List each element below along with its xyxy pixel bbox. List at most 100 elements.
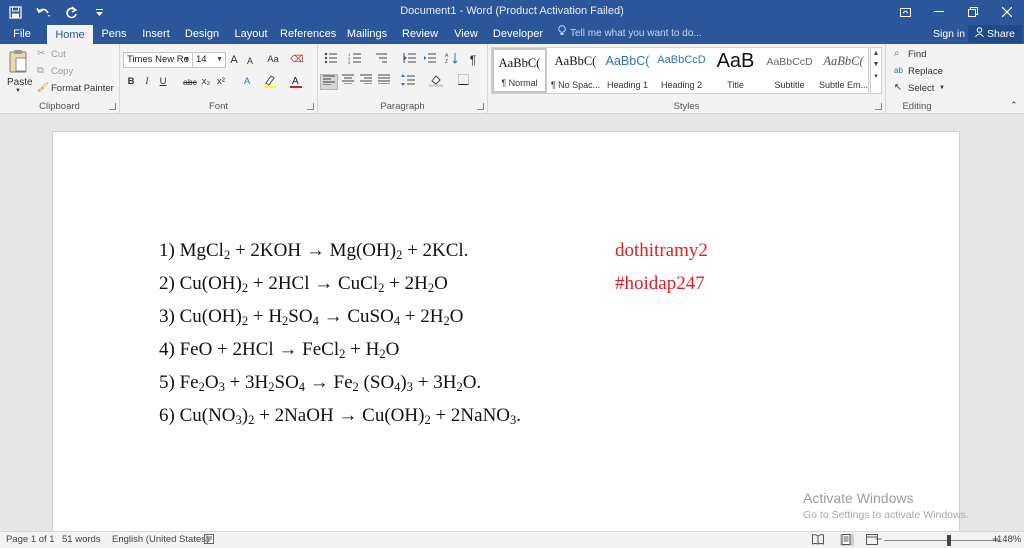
line-spacing-icon[interactable]: [398, 74, 418, 90]
tell-me-box[interactable]: Tell me what you want to do...: [558, 24, 702, 44]
sign-in-link[interactable]: Sign in: [933, 24, 965, 44]
style-normal[interactable]: AaBbC( ¶ Normal: [492, 48, 547, 93]
chevron-down-icon[interactable]: ▼: [871, 61, 881, 68]
style-preview: AaBbC(: [554, 54, 597, 68]
zoom-slider-thumb[interactable]: [946, 535, 951, 546]
cursor-icon: ↖: [894, 82, 902, 93]
multilevel-list-icon[interactable]: [372, 52, 390, 68]
ribbon-display-options-icon[interactable]: [888, 0, 922, 24]
equation-line-3: 3) Cu(OH)2 + H2SO4 → CuSO4 + 2H2O: [159, 306, 464, 328]
font-size-select[interactable]: 14 ▼: [192, 52, 226, 68]
tab-references[interactable]: References: [280, 24, 336, 44]
find-button[interactable]: ⌕ Find: [894, 48, 944, 62]
tab-home[interactable]: Home: [47, 25, 93, 44]
justify-icon[interactable]: [376, 74, 392, 90]
clear-formatting-icon[interactable]: ⌫: [290, 52, 304, 68]
style-preview: AaB: [716, 50, 755, 72]
tab-pens[interactable]: Pens: [100, 24, 128, 44]
underline-button[interactable]: U: [157, 74, 169, 90]
numbering-icon[interactable]: 123: [346, 52, 364, 68]
font-launcher-icon[interactable]: [307, 103, 314, 110]
style-name: Title: [727, 80, 744, 90]
print-layout-icon[interactable]: [840, 534, 854, 546]
activate-windows-title: Activate Windows: [803, 490, 914, 506]
sort-icon[interactable]: AZ: [444, 52, 460, 68]
more-styles-icon[interactable]: ▾: [871, 72, 881, 80]
change-case-button[interactable]: Aa: [264, 52, 282, 68]
paragraph-group: 123 AZ ¶ Paragraph: [318, 44, 488, 114]
align-center-icon[interactable]: [340, 74, 356, 90]
svg-text:Z: Z: [445, 59, 448, 64]
tab-view[interactable]: View: [451, 24, 481, 44]
show-formatting-marks-icon[interactable]: ¶: [466, 52, 480, 68]
document-page[interactable]: 1) MgCl2 + 2KOH → Mg(OH)2 + 2KCl. 2) Cu(…: [52, 131, 960, 531]
page-count[interactable]: Page 1 of 1: [6, 534, 55, 545]
bold-button[interactable]: B: [125, 74, 137, 90]
style-preview: AaBbC(: [823, 54, 864, 68]
equation-line-2: 2) Cu(OH)2 + 2HCl → CuCl2 + 2H2O: [159, 273, 448, 295]
paste-button[interactable]: Paste ▼: [4, 47, 33, 95]
shrink-font-button[interactable]: A: [244, 53, 256, 69]
font-name-select[interactable]: Times New Ro ▼: [123, 52, 193, 68]
align-left-icon[interactable]: [320, 74, 338, 90]
clipboard-icon: [8, 49, 28, 76]
person-icon: [975, 25, 984, 43]
select-button[interactable]: ↖ Select ▼: [894, 82, 948, 96]
style-title[interactable]: AaB Title: [708, 48, 763, 93]
text-effects-icon[interactable]: A: [238, 74, 256, 90]
increase-indent-icon[interactable]: [422, 52, 438, 68]
restore-icon[interactable]: [956, 0, 990, 24]
equation-line-1: 1) MgCl2 + 2KOH → Mg(OH)2 + 2KCl.: [159, 240, 469, 262]
share-button[interactable]: Share: [968, 25, 1022, 43]
strikethrough-button[interactable]: abc: [182, 74, 198, 90]
copy-icon: ⧉: [37, 65, 44, 76]
style-name: ¶ Normal: [501, 78, 538, 88]
borders-icon[interactable]: [454, 74, 472, 90]
chevron-up-icon[interactable]: ▲: [871, 50, 881, 57]
language[interactable]: English (United States): [112, 534, 209, 545]
style-subtle-emphasis[interactable]: AaBbC( Subtle Em...: [816, 48, 871, 93]
author-name: dothitramy2: [615, 240, 708, 261]
zoom-level[interactable]: 148%: [997, 534, 1021, 545]
subscript-button[interactable]: x₂: [200, 74, 212, 90]
minimize-icon[interactable]: [922, 0, 956, 24]
tab-developer[interactable]: Developer: [492, 24, 544, 44]
shading-icon[interactable]: [426, 74, 446, 90]
tell-me-text: Tell me what you want to do...: [570, 28, 702, 39]
collapse-ribbon-icon[interactable]: ⌃: [1010, 100, 1018, 111]
tab-mailings[interactable]: Mailings: [345, 24, 389, 44]
word-count[interactable]: 51 words: [62, 534, 101, 545]
tab-insert[interactable]: Insert: [139, 24, 173, 44]
macro-record-icon[interactable]: [204, 534, 214, 547]
window-controls: [888, 0, 1024, 24]
grow-font-button[interactable]: A: [228, 52, 240, 68]
style-heading-1[interactable]: AaBbC( Heading 1: [600, 48, 655, 93]
paragraph-launcher-icon[interactable]: [477, 103, 484, 110]
tab-design[interactable]: Design: [183, 24, 221, 44]
style-preview: AaBbCcD: [766, 56, 813, 68]
italic-button[interactable]: I: [141, 74, 153, 90]
tab-review[interactable]: Review: [401, 24, 439, 44]
clipboard-launcher-icon[interactable]: [109, 103, 116, 110]
decrease-indent-icon[interactable]: [402, 52, 418, 68]
highlight-color-icon[interactable]: [261, 74, 279, 90]
superscript-button[interactable]: x²: [215, 74, 227, 90]
paragraph-group-label: Paragraph: [380, 101, 425, 112]
tab-layout[interactable]: Layout: [231, 24, 271, 44]
styles-launcher-icon[interactable]: [875, 103, 882, 110]
zoom-slider[interactable]: [884, 540, 1000, 541]
font-size-value: 14: [196, 54, 207, 65]
close-icon[interactable]: [990, 0, 1024, 24]
svg-text:A: A: [292, 76, 299, 87]
style-subtitle[interactable]: AaBbCcD Subtitle: [762, 48, 817, 93]
replace-button[interactable]: ab Replace: [894, 65, 948, 79]
style-heading-2[interactable]: AaBbCcD Heading 2: [654, 48, 709, 93]
read-mode-icon[interactable]: [812, 534, 826, 546]
bullets-icon[interactable]: [322, 52, 340, 68]
styles-scroll[interactable]: ▲ ▼ ▾: [870, 47, 882, 94]
style-no-spacing[interactable]: AaBbC( ¶ No Spac...: [548, 48, 603, 93]
tab-file[interactable]: File: [8, 24, 36, 44]
font-color-icon[interactable]: A: [288, 74, 304, 90]
zoom-out-button[interactable]: −: [875, 532, 882, 546]
align-right-icon[interactable]: [358, 74, 374, 90]
